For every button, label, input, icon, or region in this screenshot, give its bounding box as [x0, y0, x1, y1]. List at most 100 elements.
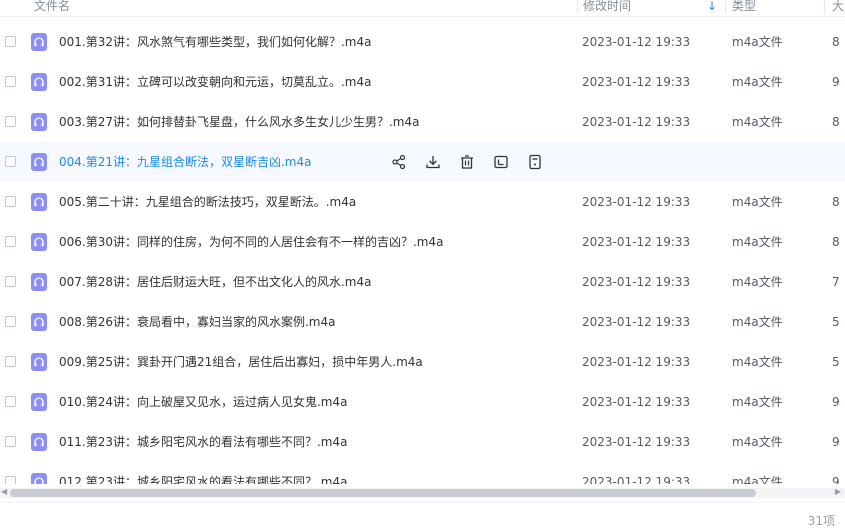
delete-icon[interactable]: [458, 153, 476, 171]
file-type: m4a文件: [732, 475, 783, 484]
download-icon[interactable]: [424, 153, 442, 171]
file-size: 9: [832, 75, 840, 89]
file-type: m4a文件: [732, 195, 783, 209]
row-checkbox[interactable]: [5, 76, 16, 87]
file-row[interactable]: 002.第31讲：立碑可以改变朝向和元运，切莫乱立。.m4a 2023-01-12…: [0, 62, 845, 102]
row-checkbox[interactable]: [5, 196, 16, 207]
file-size: 9: [832, 395, 840, 409]
file-name[interactable]: 001.第32讲：风水煞气有哪些类型，我们如何化解？.m4a: [59, 34, 371, 50]
file-row[interactable]: 006.第30讲：同样的住房，为何不同的人居住会有不一样的吉凶？.m4a 2023…: [0, 222, 845, 262]
file-list: 001.第32讲：风水煞气有哪些类型，我们如何化解？.m4a 2023-01-12…: [0, 22, 845, 484]
modified-time: 2023-01-12 19:33: [582, 35, 691, 49]
file-type: m4a文件: [732, 115, 783, 129]
row-checkbox[interactable]: [5, 276, 16, 287]
footer-divider: [0, 502, 845, 503]
audio-file-icon: [31, 313, 47, 331]
file-size: 8: [832, 115, 840, 129]
row-checkbox[interactable]: [5, 356, 16, 367]
file-name[interactable]: 005.第二十讲：九星组合的断法技巧，双星断法。.m4a: [59, 194, 356, 210]
file-name[interactable]: 006.第30讲：同样的住房，为何不同的人居住会有不一样的吉凶？.m4a: [59, 234, 443, 250]
scrollbar-thumb[interactable]: [10, 489, 756, 497]
file-row[interactable]: 011.第23讲：城乡阳宅风水的看法有哪些不同？.m4a 2023-01-12 1…: [0, 422, 845, 462]
column-divider[interactable]: [824, 0, 825, 14]
file-size: 8: [832, 235, 840, 249]
file-name[interactable]: 003.第27讲：如何排替卦飞星盘，什么风水多生女儿少生男？.m4a: [59, 114, 419, 130]
file-name[interactable]: 007.第28讲：居住后财运大旺，但不出文化人的风水.m4a: [59, 274, 371, 290]
column-header-name[interactable]: 文件名: [34, 0, 70, 14]
audio-file-icon: [31, 153, 47, 171]
file-type: m4a文件: [732, 275, 783, 289]
modified-time: 2023-01-12 19:33: [582, 315, 691, 329]
row-checkbox[interactable]: [5, 316, 16, 327]
modified-time: 2023-01-12 19:33: [582, 475, 691, 484]
file-name[interactable]: 002.第31讲：立碑可以改变朝向和元运，切莫乱立。.m4a: [59, 74, 371, 90]
file-name[interactable]: 011.第23讲：城乡阳宅风水的看法有哪些不同？.m4a: [59, 434, 347, 450]
audio-file-icon: [31, 193, 47, 211]
file-type: m4a文件: [732, 435, 783, 449]
audio-file-icon: [31, 353, 47, 371]
share-icon[interactable]: [390, 153, 408, 171]
file-size: 9: [832, 475, 840, 484]
file-name[interactable]: 009.第25讲：巽卦开门遇21组合，居住后出寡妇，损中年男人.m4a: [59, 354, 423, 370]
modified-time: 2023-01-12 19:33: [582, 355, 691, 369]
audio-file-icon: [31, 73, 47, 91]
file-size: 5: [832, 315, 840, 329]
column-header-modified[interactable]: 修改时间: [583, 0, 631, 14]
sort-descending-icon[interactable]: ↓: [707, 0, 717, 13]
row-checkbox[interactable]: [5, 36, 16, 47]
file-name[interactable]: 004.第21讲：九星组合断法，双星断吉凶.m4a: [59, 154, 311, 170]
row-checkbox[interactable]: [5, 156, 16, 167]
file-row[interactable]: 008.第26讲：衰局看中，寡妇当家的风水案例.m4a 2023-01-12 19…: [0, 302, 845, 342]
file-name[interactable]: 010.第24讲：向上破屋又见水，运过病人见女鬼.m4a: [59, 394, 347, 410]
modified-time: 2023-01-12 19:33: [582, 195, 691, 209]
file-name[interactable]: 008.第26讲：衰局看中，寡妇当家的风水案例.m4a: [59, 314, 335, 330]
file-row[interactable]: 010.第24讲：向上破屋又见水，运过病人见女鬼.m4a 2023-01-12 1…: [0, 382, 845, 422]
scroll-left-arrow-icon[interactable]: ◀: [1, 487, 7, 496]
scroll-right-arrow-icon[interactable]: ▶: [835, 487, 841, 496]
horizontal-scrollbar[interactable]: ◀ ▶: [0, 487, 845, 498]
file-row[interactable]: 012.第23讲：城乡阳宅风水的看法有哪些不同？.m4a 2023-01-12 1…: [0, 462, 845, 484]
file-type: m4a文件: [732, 395, 783, 409]
modified-time: 2023-01-12 19:33: [582, 75, 691, 89]
file-type: m4a文件: [732, 235, 783, 249]
modified-time: 2023-01-12 19:33: [582, 115, 691, 129]
column-divider[interactable]: [577, 0, 578, 14]
file-row[interactable]: 001.第32讲：风水煞气有哪些类型，我们如何化解？.m4a 2023-01-12…: [0, 22, 845, 62]
row-checkbox[interactable]: [5, 236, 16, 247]
modified-time: 2023-01-12 19:33: [582, 235, 691, 249]
row-checkbox[interactable]: [5, 396, 16, 407]
row-checkbox[interactable]: [5, 116, 16, 127]
column-divider[interactable]: [725, 0, 726, 14]
file-name[interactable]: 012.第23讲：城乡阳宅风水的看法有哪些不同？.m4a: [59, 474, 347, 484]
audio-file-icon: [31, 433, 47, 451]
modified-time: 2023-01-12 19:33: [582, 435, 691, 449]
file-row[interactable]: 007.第28讲：居住后财运大旺，但不出文化人的风水.m4a 2023-01-12…: [0, 262, 845, 302]
item-count: 31项: [807, 514, 835, 528]
row-checkbox[interactable]: [5, 476, 16, 484]
audio-file-icon: [31, 393, 47, 411]
column-header-type[interactable]: 类型: [732, 0, 756, 14]
list-header: 文件名 修改时间 ↓ 类型 大: [0, 0, 845, 17]
file-size: 8: [832, 35, 840, 49]
rename-icon[interactable]: [492, 153, 510, 171]
file-type: m4a文件: [732, 315, 783, 329]
file-size: 7: [832, 275, 840, 289]
file-size: 9: [832, 435, 840, 449]
audio-file-icon: [31, 233, 47, 251]
audio-file-icon: [31, 473, 47, 484]
file-row[interactable]: 004.第21讲：九星组合断法，双星断吉凶.m4a: [0, 142, 845, 182]
file-size: 8: [832, 195, 840, 209]
file-row[interactable]: 003.第27讲：如何排替卦飞星盘，什么风水多生女儿少生男？.m4a 2023-0…: [0, 102, 845, 142]
more-icon[interactable]: [526, 153, 544, 171]
file-row[interactable]: 005.第二十讲：九星组合的断法技巧，双星断法。.m4a 2023-01-12 1…: [0, 182, 845, 222]
file-row[interactable]: 009.第25讲：巽卦开门遇21组合，居住后出寡妇，损中年男人.m4a 2023-…: [0, 342, 845, 382]
audio-file-icon: [31, 33, 47, 51]
modified-time: 2023-01-12 19:33: [582, 395, 691, 409]
file-size: 5: [832, 355, 840, 369]
audio-file-icon: [31, 113, 47, 131]
modified-time: 2023-01-12 19:33: [582, 275, 691, 289]
file-type: m4a文件: [732, 75, 783, 89]
row-checkbox[interactable]: [5, 436, 16, 447]
column-header-size[interactable]: 大: [832, 0, 844, 14]
file-type: m4a文件: [732, 35, 783, 49]
